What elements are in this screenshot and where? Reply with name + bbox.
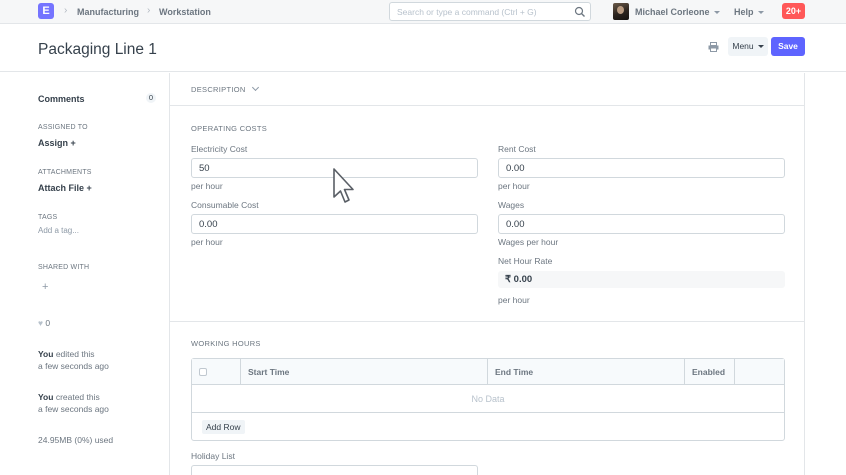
like-button[interactable]: ♥ 0: [38, 318, 50, 328]
working-hours-table: Start Time End Time Enabled No Data Add …: [191, 358, 785, 441]
comments-link[interactable]: Comments: [38, 94, 85, 104]
column-header-enabled[interactable]: Enabled: [685, 359, 735, 385]
select-all-cell: [192, 359, 241, 385]
activity-time: a few seconds ago: [38, 404, 109, 414]
add-share-plus-icon[interactable]: +: [42, 281, 48, 293]
net-hour-rate-label: Net Hour Rate: [498, 256, 553, 266]
print-icon[interactable]: [708, 42, 719, 52]
select-all-checkbox[interactable]: [199, 368, 207, 376]
table-header: Start Time End Time Enabled: [192, 359, 784, 385]
help-label: Help: [734, 7, 754, 17]
chevron-down-icon: [251, 83, 259, 92]
description-section-label: DESCRIPTION: [191, 85, 246, 94]
consumable-cost-label: Consumable Cost: [191, 200, 259, 210]
holiday-list-label: Holiday List: [191, 451, 235, 461]
caret-down-icon: [757, 45, 764, 48]
electricity-cost-description: per hour: [191, 181, 223, 191]
consumable-cost-input[interactable]: [191, 214, 478, 234]
chevron-right-icon: ›: [147, 5, 151, 16]
activity-item: You created this a few seconds ago: [38, 391, 109, 415]
page-head: Packaging Line 1 Menu Save: [0, 25, 846, 72]
rent-cost-label: Rent Cost: [498, 144, 536, 154]
plus-icon: +: [86, 183, 92, 193]
breadcrumb-manufacturing[interactable]: Manufacturing: [77, 7, 139, 17]
search-input[interactable]: [390, 3, 570, 20]
activity-item: You edited this a few seconds ago: [38, 348, 109, 372]
user-name: Michael Corleone: [635, 7, 710, 17]
form-sidebar: Comments 0 ASSIGNED TO Assign + ATTACHME…: [0, 73, 169, 475]
navbar: E › Manufacturing › Workstation Michael …: [0, 0, 846, 24]
holiday-list-input[interactable]: [191, 465, 478, 475]
activity-user: You: [38, 392, 54, 402]
net-hour-rate-value: ₹ 0.00: [498, 271, 785, 288]
consumable-cost-description: per hour: [191, 237, 223, 247]
storage-usage: 24.95MB (0%) used: [38, 435, 114, 445]
chevron-right-icon: ›: [64, 5, 68, 16]
wages-description: Wages per hour: [498, 237, 559, 247]
operating-costs-section-label: OPERATING COSTS: [191, 124, 268, 133]
net-hour-rate-description: per hour: [498, 295, 530, 305]
activity-user: You: [38, 349, 54, 359]
add-row-button[interactable]: Add Row: [202, 420, 245, 434]
breadcrumb-workstation[interactable]: Workstation: [159, 7, 211, 17]
help-menu[interactable]: Help: [734, 7, 764, 17]
wages-label: Wages: [498, 200, 525, 210]
mouse-cursor-icon: [333, 168, 354, 203]
activity-action: created this: [55, 392, 100, 402]
assigned-to-label: ASSIGNED TO: [38, 124, 88, 131]
menu-button[interactable]: Menu: [728, 37, 768, 56]
tags-label: TAGS: [38, 214, 58, 221]
caret-down-icon: [713, 11, 720, 14]
form-main: DESCRIPTION OPERATING COSTS Electricity …: [169, 73, 805, 475]
assign-button[interactable]: Assign +: [38, 138, 76, 148]
caret-down-icon: [757, 11, 764, 14]
avatar[interactable]: [613, 3, 629, 20]
page-title: Packaging Line 1: [38, 41, 157, 58]
attachments-label: ATTACHMENTS: [38, 169, 92, 176]
app-logo[interactable]: E: [38, 3, 54, 19]
attach-file-label: Attach File: [38, 183, 85, 193]
attach-file-button[interactable]: Attach File +: [38, 183, 92, 193]
section-divider: [170, 105, 804, 106]
activity-action: edited this: [55, 349, 95, 359]
empty-table-message: No Data: [192, 385, 784, 413]
user-menu[interactable]: Michael Corleone: [635, 7, 720, 17]
column-header-end-time[interactable]: End Time: [488, 359, 685, 385]
add-tag-link[interactable]: Add a tag...: [38, 226, 79, 235]
assign-label: Assign: [38, 138, 69, 148]
shared-with-label: SHARED WITH: [38, 264, 90, 271]
section-divider: [170, 321, 804, 322]
electricity-cost-label: Electricity Cost: [191, 144, 248, 154]
column-header-start-time[interactable]: Start Time: [241, 359, 488, 385]
working-hours-section-label: WORKING HOURS: [191, 339, 261, 348]
like-count: 0: [45, 318, 51, 328]
activity-time: a few seconds ago: [38, 361, 109, 371]
comments-count-badge: 0: [146, 93, 156, 103]
wages-input[interactable]: [498, 214, 785, 234]
rent-cost-input[interactable]: [498, 158, 785, 178]
search-bar: [389, 2, 591, 21]
description-section-toggle[interactable]: DESCRIPTION: [191, 83, 259, 94]
heart-icon: ♥: [38, 318, 44, 328]
plus-icon: +: [70, 138, 76, 148]
menu-label: Menu: [732, 41, 754, 51]
search-icon[interactable]: [574, 6, 586, 18]
save-button[interactable]: Save: [771, 37, 805, 56]
notification-badge[interactable]: 20+: [782, 3, 805, 19]
rent-cost-description: per hour: [498, 181, 530, 191]
